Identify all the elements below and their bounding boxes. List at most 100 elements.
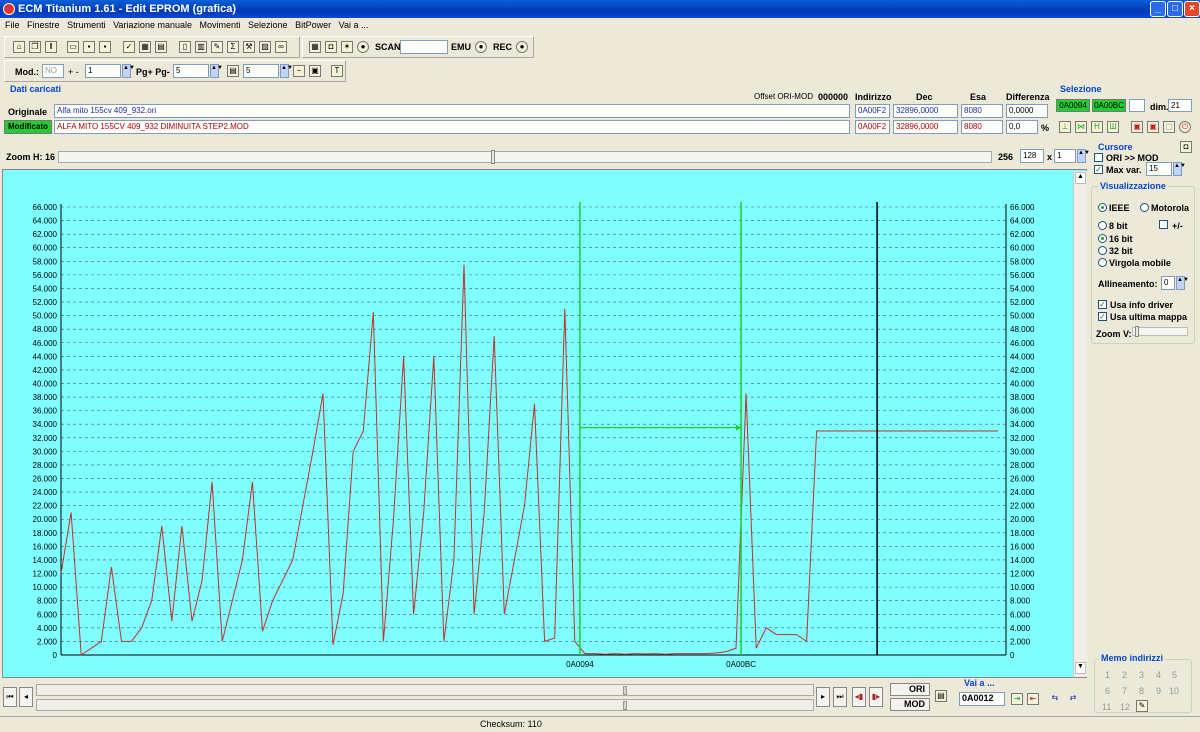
allineamento-spinner[interactable]: ▲▼ — [1176, 276, 1189, 290]
columns-icon[interactable]: ‖ — [45, 41, 57, 53]
zoom-v-thumb[interactable] — [1135, 326, 1139, 337]
virgola-radio[interactable] — [1098, 258, 1107, 267]
calculator-icon[interactable]: ▥ — [195, 41, 207, 53]
pg-field[interactable]: 5 — [173, 64, 209, 78]
selection-extra-field[interactable] — [1129, 99, 1145, 112]
maximize-button[interactable]: □ — [1167, 1, 1183, 17]
usa-ultima-checkbox[interactable]: ✓ — [1098, 312, 1107, 321]
plus-box-icon[interactable]: ▣ — [309, 65, 321, 77]
graph-panel[interactable]: 0 0 2.000 2.000 4.000 4.000 6.000 6.000 8.000 8.0… — [2, 169, 1087, 678]
zoom-h-thumb[interactable] — [491, 150, 495, 164]
lock-icon[interactable]: ◘ — [325, 41, 337, 53]
modificato-address[interactable]: 0A00F2 — [855, 120, 890, 134]
modificato-button[interactable]: Modificato — [4, 120, 52, 134]
goto-end-icon[interactable]: ⇤ — [1027, 693, 1039, 705]
16bit-radio[interactable] — [1098, 234, 1107, 243]
step-spinner[interactable]: ▲▼ — [122, 64, 135, 78]
copy-selection-icon[interactable]: ▣ — [1131, 121, 1143, 133]
memo-7[interactable]: 7 — [1122, 686, 1127, 696]
zoom-v-slider[interactable] — [1132, 326, 1188, 337]
vai-a-field[interactable]: 0A0012 — [959, 692, 1005, 706]
ori-scrollbar[interactable] — [36, 684, 814, 696]
menu-vai-a[interactable]: Vai a ... — [339, 20, 369, 30]
memo-3[interactable]: 3 — [1139, 670, 1144, 680]
zoom-value-field[interactable]: 128 — [1020, 149, 1044, 163]
mod-scroll-thumb[interactable] — [623, 701, 627, 710]
close-button[interactable]: × — [1184, 1, 1200, 17]
zoom-h-slider[interactable] — [58, 150, 992, 164]
table-icon[interactable]: ▦ — [309, 41, 321, 53]
max-var-checkbox[interactable]: ✓ — [1094, 165, 1103, 174]
chart-icon[interactable]: ▨ — [259, 41, 271, 53]
power-icon[interactable]: ⏻ — [1179, 121, 1191, 133]
open-folder-icon[interactable]: ▭ — [67, 41, 79, 53]
zoom-mult-spinner[interactable]: ▲▼ — [1077, 149, 1090, 163]
modificato-file-field[interactable]: ALFA MITO 155CV 409_932 DIMINUITA STEP2.… — [54, 120, 850, 134]
memo-6[interactable]: 6 — [1105, 686, 1110, 696]
prev-diff-icon[interactable]: ◂▮ — [852, 687, 866, 707]
mod-button[interactable]: MOD — [890, 698, 930, 711]
memo-9[interactable]: 9 — [1156, 686, 1161, 696]
emu-record-icon[interactable]: ● — [475, 41, 487, 53]
prev-icon[interactable]: ◂ — [19, 687, 33, 707]
clear-selection-icon[interactable]: ▢ — [1163, 121, 1175, 133]
ori-scroll-thumb[interactable] — [623, 686, 627, 695]
minus-box-icon[interactable]: − — [293, 65, 305, 77]
last-page-icon[interactable]: ⏭ — [833, 687, 847, 707]
modificato-dec[interactable]: 32896,0000 — [893, 120, 958, 134]
menu-variazione-manuale[interactable]: Variazione manuale — [113, 20, 192, 30]
binoculars-icon[interactable]: ∞ — [275, 41, 287, 53]
selection-end[interactable]: 0A00BC — [1092, 99, 1126, 112]
memo-5[interactable]: 5 — [1172, 670, 1177, 680]
step-field[interactable]: 1 — [85, 64, 121, 78]
window-icon[interactable]: ▤ — [155, 41, 167, 53]
scan-record-icon[interactable]: ● — [357, 41, 369, 53]
text-icon[interactable]: T — [331, 65, 343, 77]
max-var-spinner[interactable]: ▲▼ — [1173, 162, 1186, 176]
eprom-graph[interactable]: 0 0 2.000 2.000 4.000 4.000 6.000 6.000 8.000 8.0… — [3, 170, 1088, 679]
copy-icon[interactable]: ❐ — [29, 41, 41, 53]
max-var-field[interactable]: 15 — [1146, 162, 1172, 176]
modificato-differenza[interactable]: 0,0 — [1006, 120, 1038, 134]
menu-movimenti[interactable]: Movimenti — [200, 20, 241, 30]
graph-vertical-scrollbar[interactable]: ▲ ▼ — [1073, 171, 1087, 677]
check-icon[interactable]: ✓ — [123, 41, 135, 53]
memo-8[interactable]: 8 — [1139, 686, 1144, 696]
select-left-icon[interactable]: ⊥ — [1059, 121, 1071, 133]
menu-bitpower[interactable]: BitPower — [295, 20, 331, 30]
next-diff-icon[interactable]: ▮▸ — [869, 687, 883, 707]
ieee-radio[interactable] — [1098, 203, 1107, 212]
menu-selezione[interactable]: Selezione — [248, 20, 288, 30]
grid-icon[interactable]: ▦ — [139, 41, 151, 53]
modificato-esa[interactable]: 8080 — [961, 120, 1003, 134]
originale-esa[interactable]: 8080 — [961, 104, 1003, 118]
allineamento-field[interactable]: 0 — [1161, 276, 1175, 290]
originale-differenza[interactable]: 0,0000 — [1006, 104, 1048, 118]
memo-1[interactable]: 1 — [1105, 670, 1110, 680]
memory-right-icon[interactable]: ⇄ — [1067, 693, 1079, 705]
paste-selection-icon[interactable]: ▣ — [1147, 121, 1159, 133]
originale-address[interactable]: 0A00F2 — [855, 104, 890, 118]
menu-finestre[interactable]: Finestre — [27, 20, 60, 30]
edit-icon[interactable]: ✎ — [211, 41, 223, 53]
mod-field[interactable]: NO — [42, 64, 64, 78]
usa-info-checkbox[interactable]: ✓ — [1098, 300, 1107, 309]
home-icon[interactable]: ⌂ — [13, 41, 25, 53]
ori-button[interactable]: ORI — [890, 683, 930, 696]
ori-mod-checkbox[interactable] — [1094, 153, 1103, 162]
lock-icon[interactable]: ◘ — [1180, 141, 1192, 153]
8bit-radio[interactable] — [1098, 221, 1107, 230]
memo-12[interactable]: 12 — [1120, 702, 1130, 712]
first-page-icon[interactable]: ⏮ — [3, 687, 17, 707]
minimize-button[interactable]: _ — [1150, 1, 1166, 17]
runner-icon[interactable]: ✶ — [341, 41, 353, 53]
sum-icon[interactable]: Σ — [227, 41, 239, 53]
signed-checkbox[interactable] — [1159, 220, 1168, 229]
scroll-up-icon[interactable]: ▲ — [1075, 172, 1086, 184]
pg-spinner[interactable]: ▲▼ — [210, 64, 223, 78]
menu-file[interactable]: File — [5, 20, 20, 30]
flag-icon[interactable]: ▤ — [935, 690, 947, 702]
selection-start[interactable]: 0A0094 — [1056, 99, 1090, 112]
goto-start-icon[interactable]: ⇥ — [1011, 693, 1023, 705]
memo-2[interactable]: 2 — [1122, 670, 1127, 680]
